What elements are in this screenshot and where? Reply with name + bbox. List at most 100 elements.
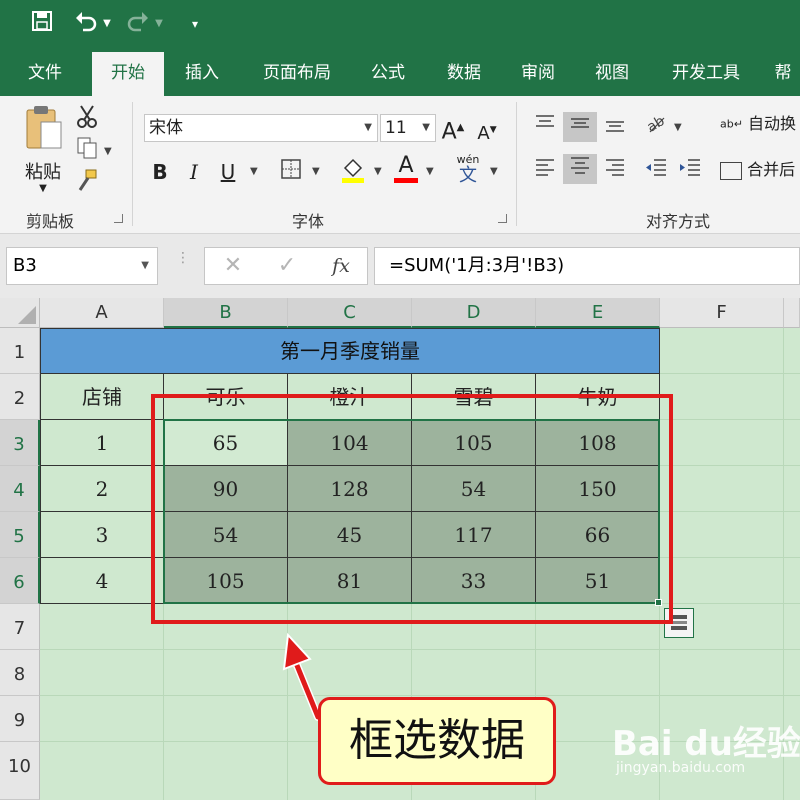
annotation-callout: 框选数据: [318, 697, 556, 785]
tab-formulas[interactable]: 公式: [356, 50, 420, 96]
cancel-icon[interactable]: ✕: [219, 248, 247, 284]
insert-function-icon[interactable]: fx: [327, 248, 355, 284]
row-header-10[interactable]: 10: [0, 742, 40, 800]
increase-indent-icon[interactable]: [676, 156, 704, 187]
orientation-dropdown-icon[interactable]: ▼: [674, 122, 682, 133]
format-painter-icon[interactable]: [74, 168, 100, 196]
ribbon-tabs: 文件 开始 插入 页面布局 公式 数据 审阅 视图 开发工具 帮: [0, 50, 800, 96]
shrink-font-icon: ▼: [489, 125, 497, 135]
tab-view[interactable]: 视图: [580, 50, 644, 96]
select-all-icon: [18, 306, 36, 324]
gridline: [660, 511, 800, 512]
column-header-g[interactable]: [784, 298, 800, 328]
paste-button[interactable]: 粘贴 ▼: [16, 104, 70, 196]
font-size-value: 11: [385, 118, 407, 138]
save-icon[interactable]: [28, 10, 56, 38]
grow-font-button[interactable]: A▲: [440, 114, 466, 146]
align-middle-icon[interactable]: [563, 112, 597, 142]
formula-input[interactable]: =SUM('1月:3月'!B3): [374, 247, 800, 285]
align-right-icon[interactable]: [600, 156, 630, 187]
header-cell-store[interactable]: 店铺: [40, 374, 164, 420]
font-color-label: A: [398, 153, 414, 178]
tab-developer[interactable]: 开发工具: [656, 50, 756, 96]
column-header-a[interactable]: A: [40, 298, 164, 328]
align-left-icon[interactable]: [530, 156, 560, 187]
column-header-b[interactable]: B: [164, 298, 288, 328]
select-all-corner[interactable]: [0, 298, 40, 328]
name-box-dropdown-icon: ▼: [141, 260, 149, 271]
font-name-combo[interactable]: 宋体 ▼: [144, 114, 378, 142]
align-center-icon[interactable]: [563, 154, 597, 184]
redo-icon[interactable]: [124, 10, 152, 38]
font-name-value: 宋体: [149, 118, 183, 138]
copy-icon[interactable]: [74, 136, 100, 164]
row-header-4[interactable]: 4: [0, 466, 40, 512]
orientation-icon[interactable]: ab: [642, 110, 670, 143]
row-header-2[interactable]: 2: [0, 374, 40, 420]
underline-dropdown-icon[interactable]: ▼: [250, 166, 258, 177]
font-color-button[interactable]: A: [392, 154, 420, 183]
row-header-6[interactable]: 6: [0, 558, 40, 604]
phonetic-dropdown-icon[interactable]: ▼: [490, 166, 498, 177]
row-header-3[interactable]: 3: [0, 420, 40, 466]
tab-review[interactable]: 审阅: [506, 50, 570, 96]
table-cell[interactable]: 3: [40, 512, 164, 558]
align-top-icon[interactable]: [530, 112, 560, 143]
decrease-indent-icon[interactable]: [642, 156, 670, 187]
font-size-dropdown-icon: ▼: [422, 122, 430, 133]
paste-label: 粘贴: [25, 162, 61, 183]
gridline: [163, 604, 164, 800]
copy-dropdown-icon[interactable]: ▼: [104, 146, 112, 157]
enter-icon[interactable]: ✓: [273, 248, 301, 284]
shrink-font-button[interactable]: A▼: [474, 116, 500, 148]
tab-help[interactable]: 帮: [766, 50, 800, 96]
phonetic-button[interactable]: wén 文: [452, 154, 484, 186]
redo-dropdown-icon[interactable]: ▼: [152, 10, 166, 38]
tab-insert[interactable]: 插入: [170, 50, 234, 96]
italic-button[interactable]: I: [182, 158, 206, 186]
borders-dropdown-icon[interactable]: ▼: [312, 166, 320, 177]
resize-handle-icon[interactable]: ⋮: [176, 251, 190, 278]
row-header-5[interactable]: 5: [0, 512, 40, 558]
underline-button[interactable]: U: [216, 158, 240, 186]
wrap-text-button[interactable]: ab↵ 自动换: [720, 110, 800, 139]
font-size-combo[interactable]: 11 ▼: [380, 114, 436, 142]
tab-page-layout[interactable]: 页面布局: [248, 50, 346, 96]
tab-data[interactable]: 数据: [432, 50, 496, 96]
gridline: [40, 695, 800, 696]
undo-dropdown-icon[interactable]: ▼: [100, 10, 114, 38]
column-header-e[interactable]: E: [536, 298, 660, 328]
borders-button[interactable]: [278, 158, 304, 189]
name-box[interactable]: B3 ▼: [6, 247, 158, 285]
table-cell[interactable]: 4: [40, 558, 164, 604]
row-header-8[interactable]: 8: [0, 650, 40, 696]
row-header-1[interactable]: 1: [0, 328, 40, 374]
table-cell[interactable]: 1: [40, 420, 164, 466]
table-title-cell[interactable]: 第一月季度销量: [40, 328, 660, 374]
tab-home[interactable]: 开始: [92, 52, 164, 96]
fill-color-dropdown-icon[interactable]: ▼: [374, 166, 382, 177]
title-bar: ▼ ▼ ▾: [0, 0, 800, 50]
gridline: [40, 649, 800, 650]
font-launcher-icon[interactable]: [498, 214, 507, 223]
row-header-9[interactable]: 9: [0, 696, 40, 742]
clipboard-launcher-icon[interactable]: [114, 214, 123, 223]
font-color-dropdown-icon[interactable]: ▼: [426, 166, 434, 177]
shrink-font-label: A: [477, 123, 490, 144]
row-header-7[interactable]: 7: [0, 604, 40, 650]
column-header-d[interactable]: D: [412, 298, 536, 328]
watermark-url: jingyan.baidu.com: [616, 760, 746, 776]
tab-file[interactable]: 文件: [10, 50, 80, 96]
column-header-f[interactable]: F: [660, 298, 784, 328]
table-cell[interactable]: 2: [40, 466, 164, 512]
merge-center-button[interactable]: 合并后: [720, 156, 800, 184]
undo-icon[interactable]: [72, 10, 100, 38]
fill-color-button[interactable]: [338, 156, 368, 193]
gridline: [660, 465, 800, 466]
bold-button[interactable]: B: [148, 158, 172, 186]
align-bottom-icon[interactable]: [600, 112, 630, 143]
customize-icon[interactable]: ▾: [186, 10, 204, 38]
column-header-c[interactable]: C: [288, 298, 412, 328]
cut-icon[interactable]: [74, 104, 100, 132]
watermark: Bai du经验 jingyan.baidu.com: [612, 716, 800, 786]
